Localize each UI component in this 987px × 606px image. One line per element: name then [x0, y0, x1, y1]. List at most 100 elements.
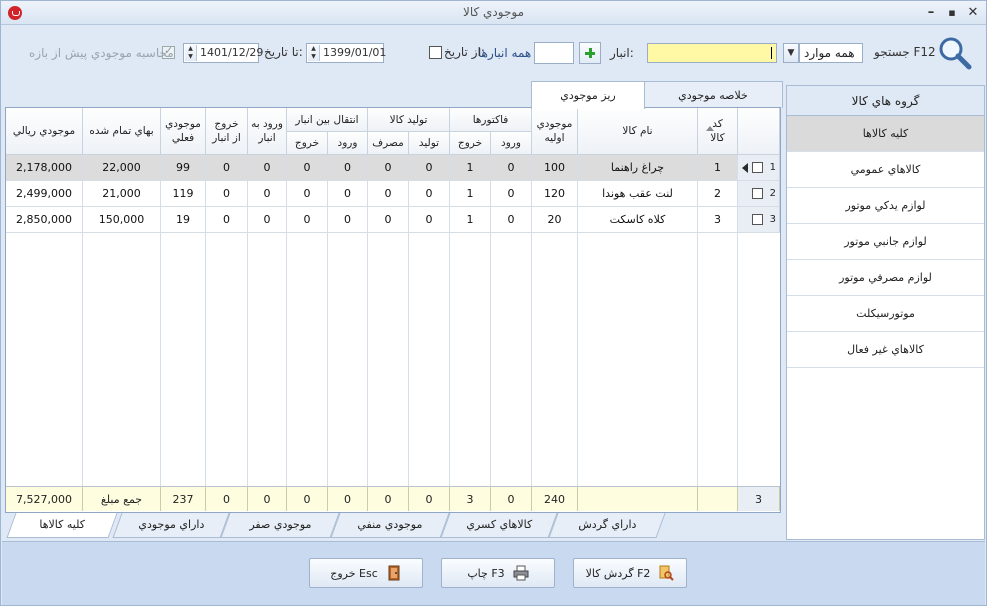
row-header[interactable]: 3	[738, 207, 780, 233]
cell-code[interactable]: 3	[698, 207, 738, 233]
tab-summary[interactable]: خلاصه موجودي	[643, 81, 783, 108]
filter-select[interactable]: همه موارد	[799, 43, 863, 63]
cell-consume[interactable]: 0	[368, 181, 409, 207]
search-icon[interactable]	[938, 36, 972, 70]
cell-code[interactable]: 1	[698, 155, 738, 181]
tab-shortage[interactable]: كالاهاي كسري	[440, 513, 558, 538]
tab-with-turnover[interactable]: داراي گردش	[548, 513, 666, 538]
row-header[interactable]: 2	[738, 181, 780, 207]
footer-transfer-out: 0	[287, 486, 328, 511]
group-item-general[interactable]: كالاهاي عمومي	[787, 152, 984, 188]
cell-warehouse-in[interactable]: 0	[248, 155, 287, 181]
turnover-button[interactable]: گردش كالا F2	[573, 558, 687, 588]
cell-unit-cost[interactable]: 21,000	[83, 181, 161, 207]
cell-invoice-in[interactable]: 0	[491, 181, 532, 207]
column-header-value[interactable]: موجودي ريالي	[6, 108, 83, 155]
row-checkbox[interactable]	[752, 214, 763, 225]
row-header[interactable]: 1	[738, 155, 780, 181]
cell-unit-cost[interactable]: 150,000	[83, 207, 161, 233]
column-header-invoice-out[interactable]: خروج	[450, 132, 491, 155]
cell-invoice-in[interactable]: 0	[491, 207, 532, 233]
cell-name[interactable]: لنت عقب هوندا	[578, 181, 698, 207]
cell-current[interactable]: 119	[161, 181, 206, 207]
grid-line	[247, 233, 248, 486]
group-item-engine-spare[interactable]: لوازم يدكي موتور	[787, 188, 984, 224]
cell-invoice-out[interactable]: 1	[450, 155, 491, 181]
row-checkbox[interactable]	[752, 188, 763, 199]
search-input[interactable]	[647, 43, 777, 63]
column-header-code[interactable]: كد كالا	[698, 108, 738, 155]
spin-icon[interactable]: ▲ ▼	[185, 45, 197, 61]
column-header-warehouse-out[interactable]: خروج از انبار	[206, 108, 248, 155]
column-header-consume[interactable]: مصرف	[368, 132, 409, 155]
exit-button[interactable]: خروج Esc	[309, 558, 423, 588]
cell-name[interactable]: كلاه كاسكت	[578, 207, 698, 233]
group-item-inactive[interactable]: كالاهاي غير فعال	[787, 332, 984, 368]
cell-unit-cost[interactable]: 22,000	[83, 155, 161, 181]
column-header-initial[interactable]: موجودي اوليه	[532, 108, 578, 155]
cell-transfer-in[interactable]: 0	[328, 207, 368, 233]
column-header-current[interactable]: موجودي فعلي	[161, 108, 206, 155]
cell-produce[interactable]: 0	[409, 181, 450, 207]
tab-zero-stock[interactable]: موجودي صفر	[220, 513, 340, 538]
cell-invoice-out[interactable]: 1	[450, 207, 491, 233]
from-date-label: از تاريخ:	[444, 45, 485, 59]
tab-all-items[interactable]: كليه كالاها	[6, 513, 118, 538]
column-header-transfer-out[interactable]: خروج	[287, 132, 328, 155]
from-date-checkbox[interactable]	[429, 46, 442, 59]
tab-details[interactable]: ريز موجودي	[531, 81, 645, 109]
cell-transfer-out[interactable]: 0	[287, 207, 328, 233]
group-item-motorcycle[interactable]: موتورسيكلت	[787, 296, 984, 332]
cell-code[interactable]: 2	[698, 181, 738, 207]
print-button[interactable]: چاپ F3	[441, 558, 555, 588]
cell-initial[interactable]: 100	[532, 155, 578, 181]
to-date-input[interactable]: ▲ ▼ 1401/12/29	[183, 43, 263, 63]
column-header-invoice-in[interactable]: ورود	[491, 132, 532, 155]
exit-label: خروج Esc	[330, 566, 378, 580]
tab-in-stock[interactable]: داراي موجودي	[112, 513, 230, 538]
cell-transfer-out[interactable]: 0	[287, 181, 328, 207]
cell-warehouse-out[interactable]: 0	[206, 207, 248, 233]
cell-warehouse-out[interactable]: 0	[206, 181, 248, 207]
add-warehouse-button[interactable]	[579, 42, 601, 64]
group-item-all[interactable]: كليه كالاها	[787, 116, 984, 152]
cell-initial[interactable]: 20	[532, 207, 578, 233]
column-header-transfer-in[interactable]: ورود	[328, 132, 368, 155]
group-item-engine-accessory[interactable]: لوازم جانبي موتور	[787, 224, 984, 260]
cell-initial[interactable]: 120	[532, 181, 578, 207]
cell-invoice-in[interactable]: 0	[491, 155, 532, 181]
row-number: 3	[769, 214, 776, 225]
cell-transfer-out[interactable]: 0	[287, 155, 328, 181]
column-header-unit-cost[interactable]: بهاي تمام شده	[83, 108, 161, 155]
cell-produce[interactable]: 0	[409, 155, 450, 181]
minimize-button[interactable]: –	[922, 4, 940, 22]
cell-value[interactable]: 2,178,000	[6, 155, 83, 181]
warehouse-input[interactable]	[534, 42, 574, 64]
column-header-warehouse-in[interactable]: ورود به انبار	[248, 108, 287, 155]
from-date-input[interactable]: ▲ ▼ 1399/01/01	[306, 43, 386, 63]
cell-name[interactable]: چراغ راهنما	[578, 155, 698, 181]
cell-consume[interactable]: 0	[368, 155, 409, 181]
view-tabs: خلاصه موجودي ريز موجودي	[531, 81, 785, 109]
tab-negative-stock[interactable]: موجودي منفي	[330, 513, 450, 538]
cell-value[interactable]: 2,850,000	[6, 207, 83, 233]
cell-invoice-out[interactable]: 1	[450, 181, 491, 207]
cell-produce[interactable]: 0	[409, 207, 450, 233]
cell-value[interactable]: 2,499,000	[6, 181, 83, 207]
cell-consume[interactable]: 0	[368, 207, 409, 233]
cell-warehouse-in[interactable]: 0	[248, 207, 287, 233]
cell-transfer-in[interactable]: 0	[328, 155, 368, 181]
chevron-down-icon[interactable]: ▼	[783, 43, 799, 63]
close-button[interactable]: ✕	[964, 4, 982, 22]
column-header-name[interactable]: نام كالا	[578, 108, 698, 155]
maximize-button[interactable]: ▪	[943, 4, 961, 22]
cell-warehouse-out[interactable]: 0	[206, 155, 248, 181]
spin-icon[interactable]: ▲ ▼	[308, 45, 320, 61]
row-checkbox[interactable]	[752, 162, 763, 173]
column-header-produce[interactable]: توليد	[409, 132, 450, 155]
cell-current[interactable]: 99	[161, 155, 206, 181]
cell-warehouse-in[interactable]: 0	[248, 181, 287, 207]
cell-transfer-in[interactable]: 0	[328, 181, 368, 207]
cell-current[interactable]: 19	[161, 207, 206, 233]
group-item-engine-consumable[interactable]: لوازم مصرفي موتور	[787, 260, 984, 296]
